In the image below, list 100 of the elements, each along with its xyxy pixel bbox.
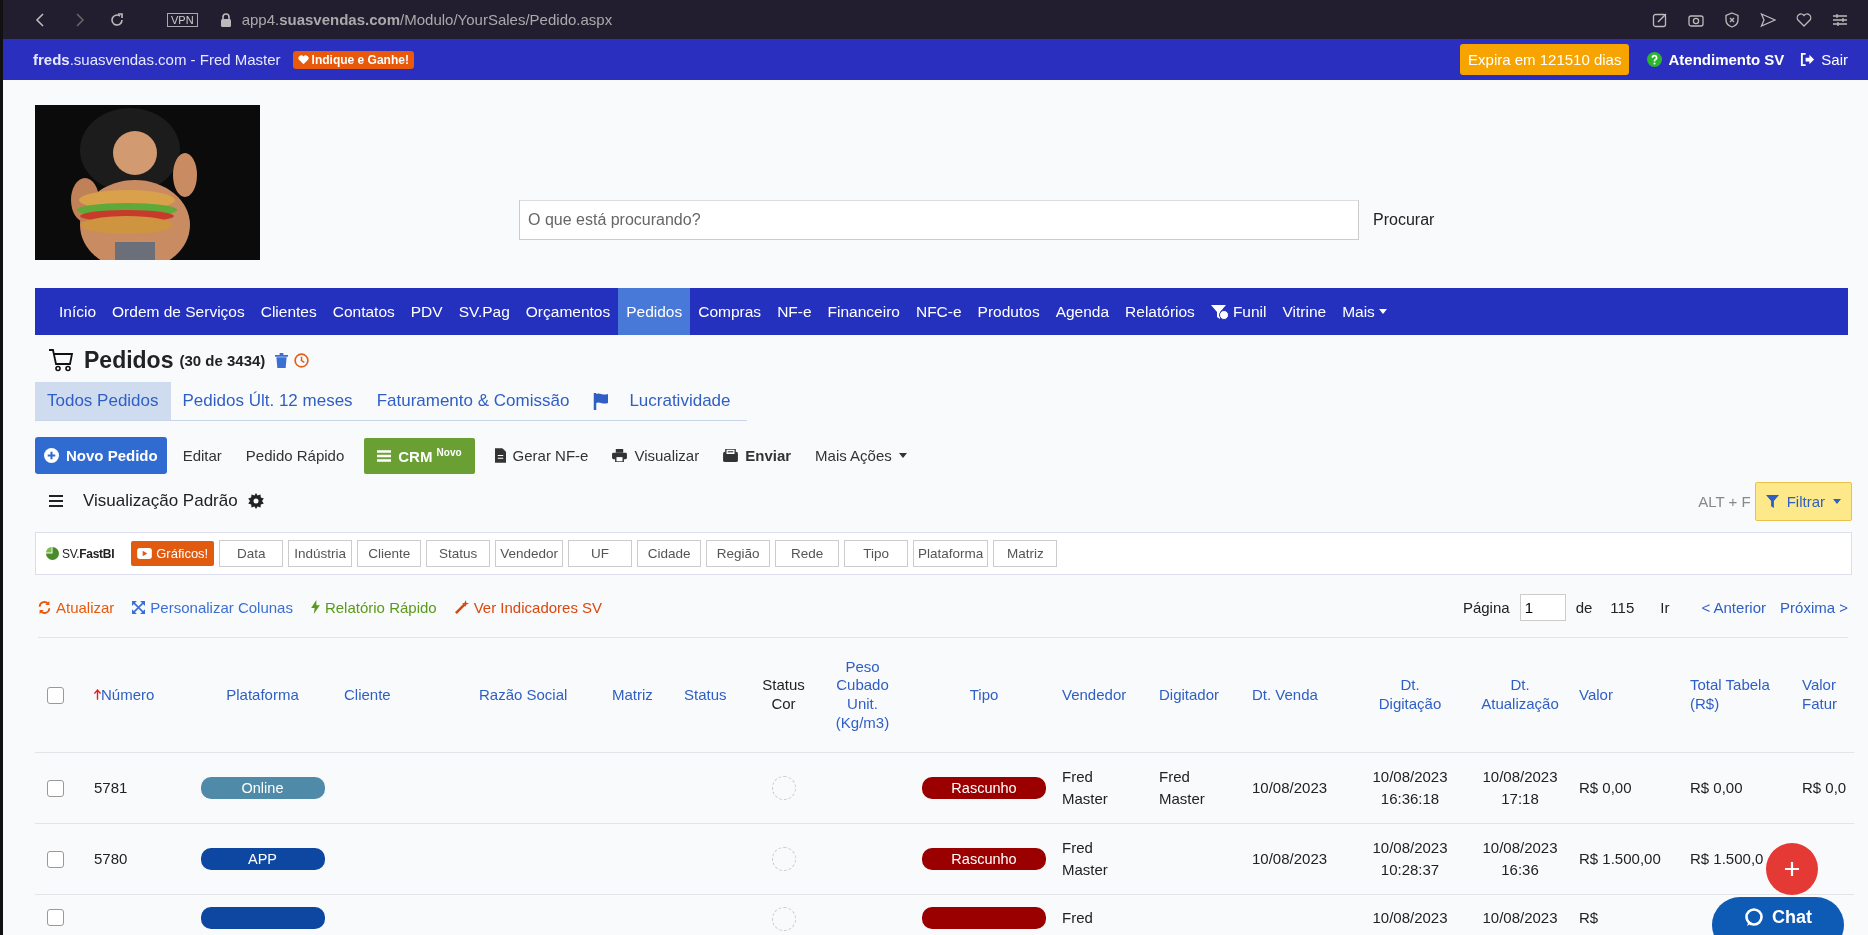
fastbi-link[interactable]: SV.FastBI xyxy=(46,546,115,561)
row-checkbox[interactable] xyxy=(47,780,64,798)
reload-icon[interactable] xyxy=(109,11,125,28)
nav-item[interactable]: Agenda xyxy=(1047,288,1118,335)
menu-icon[interactable] xyxy=(49,495,63,507)
type-badge: Rascunho xyxy=(922,777,1046,799)
nav-item[interactable]: Clientes xyxy=(252,288,325,335)
column-header[interactable]: Número xyxy=(94,685,155,705)
group-chip[interactable]: Data xyxy=(219,540,284,567)
column-header[interactable]: Razão Social xyxy=(479,685,568,705)
nav-item[interactable]: SV.Pag xyxy=(450,288,518,335)
column-header[interactable]: Status Cor xyxy=(762,676,805,714)
entry-date: 10/08/2023 xyxy=(1372,909,1448,926)
group-chip[interactable]: Cliente xyxy=(357,540,422,567)
column-header[interactable]: Valor Fatur xyxy=(1802,676,1837,714)
column-header[interactable]: Cliente xyxy=(344,685,391,705)
go-button[interactable]: Ir xyxy=(1660,598,1670,616)
action-link[interactable]: Personalizar Colunas xyxy=(132,598,293,616)
charts-button[interactable]: Gráficos! xyxy=(131,541,215,566)
support-link[interactable]: Atendimento SV xyxy=(1647,51,1785,68)
tab[interactable]: Lucratividade xyxy=(581,382,743,420)
nav-item[interactable]: Compras xyxy=(690,288,770,335)
nav-item[interactable]: Contatos xyxy=(324,288,403,335)
page-title: Pedidos xyxy=(84,346,174,374)
column-header[interactable]: Vendedor xyxy=(1062,685,1127,705)
column-header[interactable]: Valor xyxy=(1579,685,1613,705)
group-chip[interactable]: Status xyxy=(426,540,491,567)
add-button[interactable] xyxy=(1766,843,1818,895)
value-cell: R$ 0,00 xyxy=(1579,779,1632,797)
action-link[interactable]: Ver Indicadores SV xyxy=(454,598,603,616)
nav-item[interactable]: Pedidos xyxy=(618,288,691,335)
group-chip[interactable]: Matriz xyxy=(993,540,1058,567)
chat-button[interactable]: Chat xyxy=(1712,897,1844,935)
settings-icon[interactable] xyxy=(247,493,264,509)
toolbar-button[interactable]: Enviar xyxy=(715,437,800,474)
nav-item[interactable]: Produtos xyxy=(969,288,1048,335)
sliders-icon[interactable] xyxy=(1832,11,1848,28)
group-chip[interactable]: Rede xyxy=(775,540,840,567)
column-header[interactable]: Tipo xyxy=(969,685,999,705)
filter-button[interactable]: Filtrar xyxy=(1754,481,1852,521)
group-chip[interactable]: Vendedor xyxy=(495,540,564,567)
referral-badge[interactable]: Indique e Ganhe! xyxy=(292,50,414,69)
search-field[interactable]: O que está procurando? xyxy=(519,200,1359,240)
nav-item[interactable]: NF-e xyxy=(769,288,820,335)
column-header[interactable]: Dt. Digitação xyxy=(1378,676,1442,714)
trash-icon[interactable] xyxy=(275,352,289,368)
group-chip[interactable]: Tipo xyxy=(844,540,909,567)
select-all-checkbox[interactable] xyxy=(47,687,64,705)
column-header[interactable]: Digitador xyxy=(1159,685,1220,705)
column-header[interactable]: Plataforma xyxy=(226,685,299,705)
view-name[interactable]: Visualização Padrão xyxy=(83,491,238,511)
column-header[interactable]: Dt. Atualização xyxy=(1481,676,1559,714)
edit-icon[interactable] xyxy=(1652,11,1668,28)
toolbar-button[interactable]: Visualizar xyxy=(604,437,708,474)
more-actions-dropdown[interactable]: Mais Ações xyxy=(807,437,915,474)
nav-item[interactable]: Ordem de Serviços xyxy=(104,288,253,335)
row-checkbox[interactable] xyxy=(47,908,64,926)
nav-item[interactable]: Orçamentos xyxy=(517,288,619,335)
clock-icon[interactable] xyxy=(294,352,310,368)
group-chip[interactable]: Região xyxy=(706,540,771,567)
heart-icon[interactable] xyxy=(1796,11,1812,28)
search-button[interactable]: Procurar xyxy=(1359,211,1449,229)
nav-item[interactable]: Mais xyxy=(1334,288,1395,335)
nav-item[interactable]: Relatórios xyxy=(1117,288,1203,335)
group-chip[interactable]: Cidade xyxy=(637,540,702,567)
send-icon[interactable] xyxy=(1760,11,1776,28)
group-chip[interactable]: Plataforma xyxy=(913,540,989,567)
group-chip[interactable]: Indústria xyxy=(288,540,353,567)
row-checkbox[interactable] xyxy=(47,851,64,869)
nav-item[interactable]: Funil xyxy=(1202,288,1275,335)
tab[interactable]: Pedidos Últ. 12 meses xyxy=(170,382,365,420)
column-header[interactable]: Status xyxy=(684,685,727,705)
caret-icon xyxy=(1833,498,1841,504)
typist-name: Fred Master xyxy=(1159,768,1205,807)
flag-icon xyxy=(593,392,610,410)
column-header[interactable]: Peso Cubado Unit. (Kg/m3) xyxy=(835,657,890,733)
plus-icon xyxy=(1784,861,1800,877)
next-link[interactable]: Próxima > xyxy=(1780,598,1848,616)
column-header[interactable]: Dt. Venda xyxy=(1252,685,1318,705)
tab[interactable]: Todos Pedidos xyxy=(35,382,171,420)
seller-name: Fred Master xyxy=(1062,768,1108,807)
toolbar-button[interactable]: Pedido Rápido xyxy=(237,437,353,474)
toolbar-button[interactable]: Gerar NF-e xyxy=(486,437,597,474)
page-number-field[interactable]: 1 xyxy=(1519,593,1566,621)
nav-item[interactable]: Financeiro xyxy=(819,288,908,335)
address-bar[interactable]: app4.suasvendas.com/Modulo/YourSales/Pedido.aspx xyxy=(241,11,613,28)
group-chip[interactable]: UF xyxy=(568,540,633,567)
nav-item[interactable]: NFC-e xyxy=(907,288,970,335)
nav-item[interactable]: Início xyxy=(51,288,105,335)
column-header[interactable]: Total Tabela (R$) xyxy=(1690,676,1770,714)
nav-item[interactable]: Vitrine xyxy=(1274,288,1335,335)
column-header[interactable]: Matriz xyxy=(612,685,653,705)
shield-icon[interactable] xyxy=(1724,11,1740,28)
toolbar-button[interactable]: Editar xyxy=(174,437,230,474)
vpn-badge[interactable]: VPN xyxy=(167,12,198,27)
nav-item[interactable]: PDV xyxy=(402,288,451,335)
new-order-button[interactable]: Novo Pedido xyxy=(35,437,167,474)
previous-link[interactable]: < Anterior xyxy=(1701,598,1767,616)
logout-link[interactable]: Sair xyxy=(1800,51,1848,68)
tab[interactable]: Faturamento & Comissão xyxy=(364,382,582,420)
